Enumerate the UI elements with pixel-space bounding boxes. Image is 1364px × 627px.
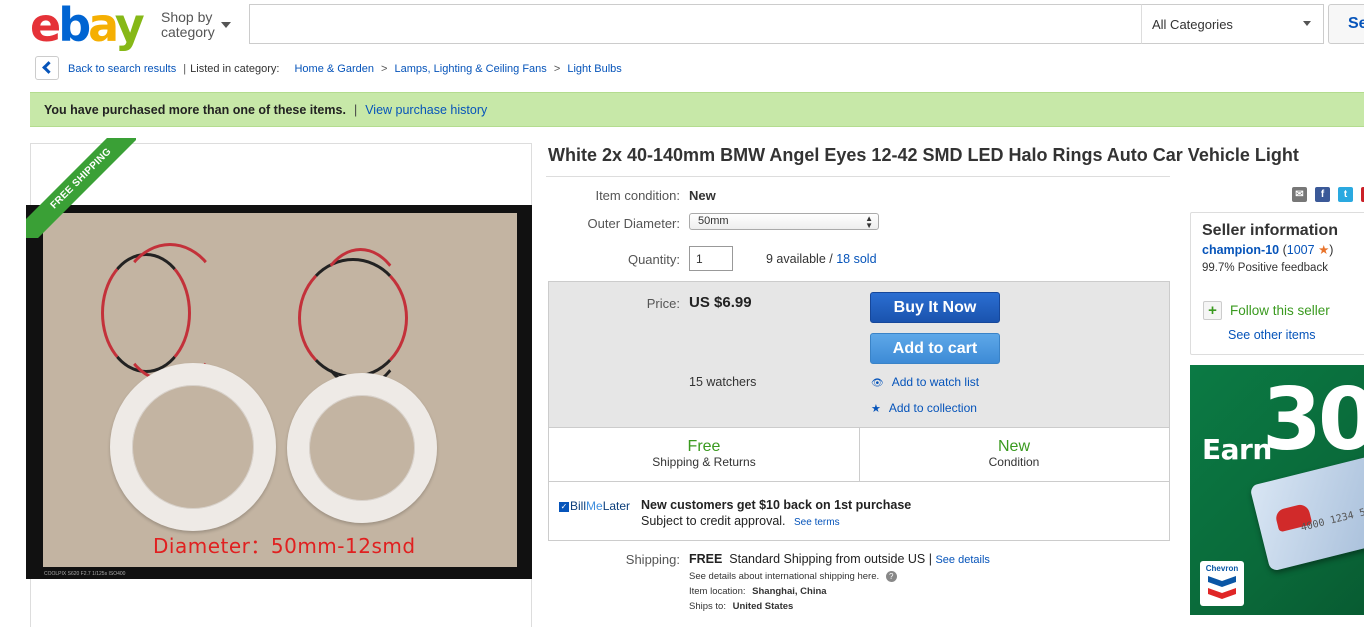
twitter-icon[interactable]: t [1338, 187, 1353, 202]
wire-image [115, 243, 225, 383]
chevron-stripe-icon [1208, 576, 1236, 587]
chevron-stripe-icon [1208, 588, 1236, 599]
breadcrumb: Back to search results | Listed in catego… [68, 63, 622, 75]
halo-ring-image [287, 373, 437, 523]
category-select[interactable]: All Categories [1141, 4, 1324, 44]
banner-divider: | [353, 103, 358, 117]
ad-earn-text: Earn [1202, 433, 1272, 466]
halo-ring-image [110, 363, 276, 531]
breadcrumb-separator: > [381, 63, 388, 75]
item-title: White 2x 40-140mm BMW Angel Eyes 12-42 S… [548, 145, 1299, 165]
breadcrumb-lamps-lighting[interactable]: Lamps, Lighting & Ceiling Fans [395, 63, 547, 75]
chevron-down-icon [221, 22, 231, 28]
email-icon[interactable]: ✉ [1292, 187, 1307, 202]
breadcrumb-light-bulbs[interactable]: Light Bulbs [567, 63, 621, 75]
condition-label: Item condition: [595, 188, 680, 203]
seller-name-link[interactable]: champion-10 [1202, 243, 1279, 257]
intl-shipping-note: See details about international shipping… [689, 571, 897, 582]
product-photo [43, 213, 517, 567]
caret-down-icon [1303, 21, 1311, 26]
see-terms-link[interactable]: See terms [794, 517, 840, 528]
bml-subtext: Subject to credit approval. See terms [641, 514, 840, 528]
add-to-cart-button[interactable]: Add to cart [870, 333, 1000, 364]
bml-headline: New customers get $10 back on 1st purcha… [641, 498, 912, 512]
ships-to: Ships to: United States [689, 601, 794, 612]
feedback-score-link[interactable]: 1007 [1287, 243, 1315, 257]
checkmark-icon: ✓ [559, 501, 569, 512]
seller-name-row: champion-10 (1007 ★) [1202, 243, 1334, 257]
outer-diameter-label: Outer Diameter: [587, 216, 680, 231]
see-details-link[interactable]: See details [935, 554, 989, 566]
see-other-items-link[interactable]: See other items [1228, 328, 1316, 342]
watchers-count: 15 watchers [689, 375, 757, 389]
breadcrumb-home-garden[interactable]: Home & Garden [294, 63, 373, 75]
star-icon: ★ [1318, 243, 1330, 257]
quantity-label: Quantity: [627, 252, 680, 267]
chevron-left-icon [42, 61, 55, 74]
shipping-label: Shipping: [625, 552, 680, 567]
photo-exif: COOLPIX S620 F2.7 1/125s ISO400 [44, 571, 126, 577]
wire-image [313, 248, 408, 388]
price-label: Price: [646, 296, 680, 311]
price-value: US $6.99 [689, 294, 752, 311]
ad-amount: 30 [1262, 370, 1364, 470]
condition-value: New [689, 188, 716, 203]
add-to-collection[interactable]: ★ Add to collection [871, 401, 977, 415]
back-to-search-link[interactable]: Back to search results [68, 63, 176, 75]
view-purchase-history-link[interactable]: View purchase history [365, 103, 487, 117]
condition-cell: New Condition [988, 438, 1040, 469]
positive-feedback: 99.7% Positive feedback [1202, 262, 1328, 274]
help-icon[interactable]: ? [885, 571, 897, 582]
chevron-logo: Chevron [1200, 561, 1244, 606]
follow-seller-link[interactable]: Follow this seller [1230, 303, 1330, 318]
search-button[interactable]: Se [1328, 4, 1364, 44]
seller-heading: Seller information [1202, 222, 1339, 239]
add-to-watch-list[interactable]: 👁 Add to watch list [871, 375, 979, 389]
facebook-icon[interactable]: f [1315, 187, 1330, 202]
free-shipping-ribbon: FREE SHIPPING [26, 138, 136, 238]
star-icon: ★ [871, 403, 881, 415]
divider: | [183, 63, 187, 75]
ebay-logo[interactable]: ebay [30, 2, 145, 48]
item-location: Item location: Shanghai, China [689, 586, 827, 597]
eye-icon: 👁 [871, 378, 884, 389]
availability: 9 available / 18 sold [766, 252, 877, 266]
photo-caption: Diameter：50mm-12smd [153, 534, 416, 558]
divider [546, 176, 1170, 177]
banner-message: You have purchased more than one of thes… [44, 103, 346, 117]
buy-it-now-button[interactable]: Buy It Now [870, 292, 1000, 323]
shipping-returns-cell[interactable]: Free Shipping & Returns [549, 428, 859, 482]
updown-arrows-icon: ▲ ▼ [865, 214, 873, 230]
purchased-banner: You have purchased more than one of thes… [30, 92, 1364, 127]
sold-count-link[interactable]: 18 sold [836, 252, 876, 266]
plus-icon[interactable]: + [1203, 301, 1222, 320]
info-row: Free Shipping & Returns New Condition [549, 427, 1169, 482]
outer-diameter-select[interactable]: 50mm ▲ ▼ [689, 213, 879, 230]
breadcrumb-separator: > [553, 63, 561, 75]
bill-me-later-logo: ✓ BillMeLater [559, 499, 631, 513]
listed-in-label: Listed in category: [190, 63, 280, 75]
back-button[interactable] [35, 56, 59, 80]
shipping-summary: FREE Standard Shipping from outside US |… [689, 552, 990, 566]
shop-by-category-button[interactable]: Shop by category [161, 10, 215, 40]
quantity-input[interactable]: 1 [689, 246, 733, 271]
